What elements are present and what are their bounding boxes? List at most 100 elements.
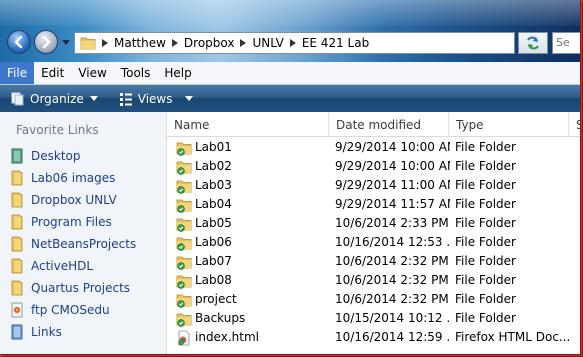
column-header-size[interactable]: S — [569, 112, 580, 136]
views-button[interactable]: Views — [118, 91, 197, 107]
file-row[interactable]: index.html 10/16/2014 12:59 ... Firefox … — [167, 328, 580, 347]
file-row[interactable]: Backups 10/15/2014 10:12 ... File Folder — [167, 309, 580, 328]
nav-item-dropbox-unlv[interactable]: Dropbox UNLV — [0, 189, 166, 211]
synced-folder-icon — [176, 199, 192, 213]
forward-button[interactable] — [34, 30, 58, 54]
synced-folder-icon — [176, 142, 192, 156]
navigation-pane: Favorite Links Desktop Lab06 images Drop… — [0, 112, 167, 354]
breadcrumb-item[interactable]: Dropbox — [182, 36, 237, 50]
file-type: File Folder — [455, 273, 516, 287]
file-list-pane: Name Date modified Type S Lab01 9/29/201… — [167, 112, 580, 354]
organize-button[interactable]: Organize — [10, 91, 102, 107]
refresh-button[interactable] — [518, 32, 548, 54]
file-type: File Folder — [455, 159, 516, 173]
file-row[interactable]: Lab02 9/29/2014 10:00 AM File Folder — [167, 157, 580, 176]
synced-folder-icon — [176, 161, 192, 175]
file-date-modified: 9/29/2014 10:00 AM — [335, 140, 450, 154]
synced-folder-icon — [176, 294, 192, 308]
file-date-modified: 9/29/2014 10:00 AM — [335, 159, 450, 173]
file-row[interactable]: Lab03 9/29/2014 11:00 AM File Folder — [167, 176, 580, 195]
file-list: Lab01 9/29/2014 10:00 AM File Folder Lab… — [167, 138, 580, 347]
file-row[interactable]: Lab01 9/29/2014 10:00 AM File Folder — [167, 138, 580, 157]
breadcrumb-chevron-icon[interactable] — [236, 39, 250, 47]
file-date-modified: 10/6/2014 2:32 PM — [335, 273, 449, 287]
breadcrumb-item[interactable]: EE 421 Lab — [300, 36, 371, 50]
address-bar[interactable]: Matthew Dropbox UNLV EE 421 Lab — [74, 32, 515, 54]
file-row[interactable]: Lab06 10/16/2014 12:53 ... File Folder — [167, 233, 580, 252]
folder-icon — [11, 170, 23, 186]
chevron-down-icon — [89, 95, 98, 101]
file-row[interactable]: Lab05 10/6/2014 2:33 PM File Folder — [167, 214, 580, 233]
file-name: Lab08 — [195, 273, 232, 287]
synced-folder-icon — [176, 218, 192, 232]
file-row[interactable]: Lab08 10/6/2014 2:32 PM File Folder — [167, 271, 580, 290]
file-date-modified: 10/15/2014 10:12 ... — [335, 311, 450, 325]
nav-item-label: NetBeansProjects — [31, 237, 137, 251]
file-name: index.html — [195, 330, 259, 344]
nav-item-label: Links — [31, 325, 62, 339]
synced-folder-icon — [176, 275, 192, 289]
nav-item-lab06-images[interactable]: Lab06 images — [0, 167, 166, 189]
back-arrow-icon — [14, 35, 23, 49]
favorite-links-heading: Favorite Links — [16, 123, 99, 137]
nav-item-desktop[interactable]: Desktop — [0, 145, 166, 167]
synced-folder-icon — [176, 237, 192, 251]
file-row[interactable]: Lab04 9/29/2014 11:57 AM File Folder — [167, 195, 580, 214]
folder-icon — [11, 280, 23, 296]
file-type: File Folder — [455, 216, 516, 230]
folder-icon — [80, 37, 96, 50]
folder-icon — [11, 214, 23, 230]
nav-item-netbeansprojects[interactable]: NetBeansProjects — [0, 233, 166, 255]
file-type: File Folder — [455, 235, 516, 249]
synced-folder-icon — [176, 256, 192, 270]
menu-help[interactable]: Help — [157, 62, 198, 84]
file-date-modified: 10/6/2014 2:32 PM — [335, 254, 449, 268]
menu-edit[interactable]: Edit — [34, 62, 71, 84]
nav-item-program-files[interactable]: Program Files — [0, 211, 166, 233]
menu-bar: File Edit View Tools Help — [0, 62, 580, 85]
file-date-modified: 10/6/2014 2:32 PM — [335, 292, 449, 306]
column-header-type[interactable]: Type — [449, 112, 569, 136]
views-icon — [119, 92, 132, 106]
file-name: project — [195, 292, 237, 306]
breadcrumb-chevron-icon[interactable] — [98, 39, 112, 47]
synced-folder-icon — [176, 180, 192, 194]
nav-item-links[interactable]: Links — [0, 321, 166, 343]
file-type: File Folder — [455, 178, 516, 192]
synced-folder-icon — [176, 313, 192, 327]
menu-file[interactable]: File — [0, 62, 35, 84]
refresh-icon — [527, 36, 539, 50]
menu-tools[interactable]: Tools — [114, 62, 158, 84]
file-name: Lab02 — [195, 159, 232, 173]
file-row[interactable]: project 10/6/2014 2:32 PM File Folder — [167, 290, 580, 309]
file-name: Lab05 — [195, 216, 232, 230]
breadcrumb-item[interactable]: Matthew — [112, 36, 168, 50]
desktop-icon — [11, 148, 23, 164]
explorer-window: Matthew Dropbox UNLV EE 421 Lab File E — [0, 0, 580, 354]
ftp-icon — [11, 302, 23, 318]
file-type: File Folder — [455, 140, 516, 154]
nav-item-activehdl[interactable]: ActiveHDL — [0, 255, 166, 277]
column-header-date-modified[interactable]: Date modified — [329, 112, 449, 136]
breadcrumb-chevron-icon[interactable] — [286, 39, 300, 47]
file-name: Lab03 — [195, 178, 232, 192]
breadcrumb-item[interactable]: UNLV — [250, 36, 285, 50]
search-input[interactable] — [553, 33, 580, 52]
back-button[interactable] — [7, 30, 31, 54]
nav-item-label: Lab06 images — [31, 171, 116, 185]
file-date-modified: 10/16/2014 12:53 ... — [335, 235, 450, 249]
search-box[interactable] — [552, 32, 580, 54]
file-row[interactable]: Lab07 10/6/2014 2:32 PM File Folder — [167, 252, 580, 271]
forward-arrow-icon — [42, 35, 51, 49]
nav-item-quartus-projects[interactable]: Quartus Projects — [0, 277, 166, 299]
file-name: Backups — [195, 311, 246, 325]
file-type: File Folder — [455, 254, 516, 268]
nav-item-ftp-cmosedu[interactable]: ftp CMOSedu — [0, 299, 166, 321]
menu-view[interactable]: View — [71, 62, 113, 84]
html-file-icon — [178, 330, 190, 345]
column-header-name[interactable]: Name — [167, 112, 329, 136]
breadcrumb-chevron-icon[interactable] — [168, 39, 182, 47]
nav-item-label: Program Files — [31, 215, 112, 229]
recent-pages-dropdown-icon[interactable] — [62, 38, 70, 46]
column-headers: Name Date modified Type S — [167, 112, 580, 137]
